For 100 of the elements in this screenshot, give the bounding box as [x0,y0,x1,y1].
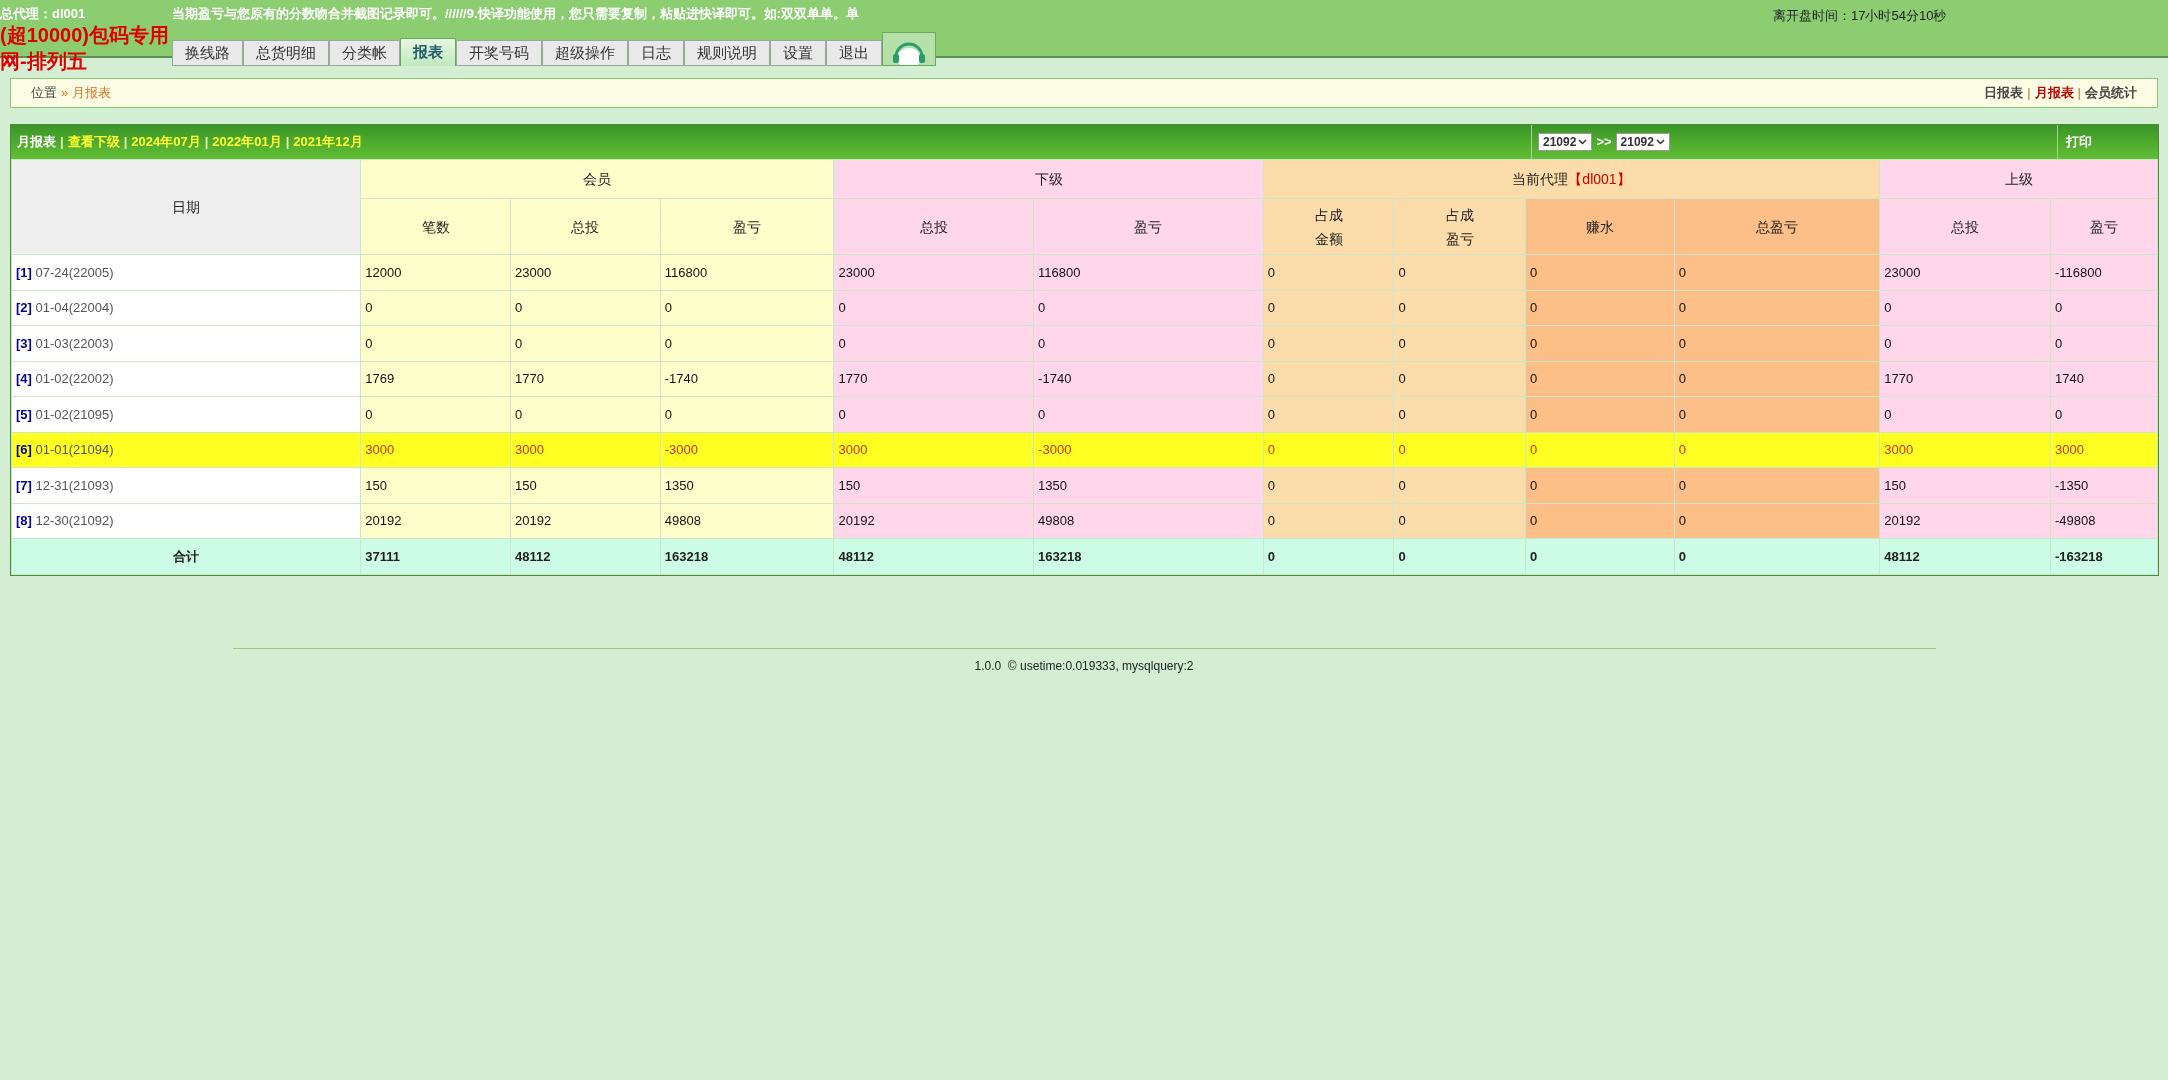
column-heading: 笔数 [360,198,511,255]
table-cell: 0 [1674,290,1880,326]
link-separator: | [123,133,128,152]
table-cell: 0 [1525,467,1675,503]
table-cell: 1770 [1879,361,2051,397]
table-cell: 0 [1525,290,1675,326]
table-cell: 48112 [1879,538,2051,575]
table-cell: 0 [1525,503,1675,539]
table-cell: 0 [360,396,511,432]
table-cell: 0 [1393,254,1526,290]
nav-tab[interactable]: 退出 [826,40,882,66]
group-heading: 会员 [360,159,834,199]
table-cell: 20192 [834,503,1034,539]
nav-tab[interactable]: 日志 [628,40,684,66]
link-separator: | [60,133,64,152]
table-cell: 0 [1393,467,1526,503]
table-cell: 0 [1393,290,1526,326]
table-cell: 0 [660,325,834,361]
column-heading: 盈亏 [1033,198,1264,255]
table-cell: 0 [660,290,834,326]
table-cell: 0 [660,396,834,432]
table-cell: 1770 [510,361,661,397]
caret-icon [1655,139,1665,145]
table-cell: 12000 [360,254,511,290]
table-cell: 150 [834,467,1034,503]
table-cell: 1769 [360,361,511,397]
table-cell: 150 [360,467,511,503]
table-cell: 0 [510,290,661,326]
breadcrumb-separator: » [61,84,69,103]
nav-tab[interactable]: 超级操作 [542,40,628,66]
table-cell: 0 [2050,396,2158,432]
table-cell: 0 [834,290,1034,326]
countdown-text: 离开盘时间：17小时54分10秒 [1773,7,1947,25]
table-cell: 1350 [1033,467,1264,503]
table-cell: 0 [1263,396,1394,432]
table-cell: 0 [1263,325,1394,361]
table-cell: 0 [1674,325,1880,361]
nav-tab[interactable]: 规则说明 [684,40,770,66]
table-cell: [5] 01-02(21095) [11,396,361,432]
table-cell: 0 [1263,467,1394,503]
table-cell: 48112 [834,538,1034,575]
table-cell: 3000 [1879,432,2051,468]
column-heading: 占成 金额 [1263,198,1394,255]
table-cell: -1740 [1033,361,1264,397]
table-cell: 0 [1393,396,1526,432]
table-cell: 0 [1879,290,2051,326]
table-cell: 0 [1525,361,1675,397]
caret-icon [1578,139,1588,145]
nav-tab[interactable]: 设置 [770,40,826,66]
breadcrumb-root[interactable]: 位置 [31,83,57,103]
issue-select[interactable]: 21092 [1538,133,1593,151]
table-cell: 0 [1263,432,1394,468]
table-cell: 0 [1525,325,1675,361]
nav-tab[interactable]: 开奖号码 [456,40,542,66]
column-heading: 盈亏 [2050,198,2158,255]
promo-text: 网-排列五 [0,49,88,74]
nav-tab[interactable]: 报表 [400,38,456,66]
table-cell: 163218 [1033,538,1264,575]
column-heading: 赚水 [1525,198,1675,255]
table-cell: 0 [510,396,661,432]
report-link[interactable]: 月报表 [2034,83,2074,103]
nav-tab[interactable]: 分类帐 [329,40,400,66]
report-link[interactable]: 日报表 [1984,83,2024,103]
table-cell: 150 [1879,467,2051,503]
table-cell: 0 [1674,396,1880,432]
table-cell: [8] 12-30(21092) [11,503,361,539]
group-heading: 下级 [834,159,1264,199]
table-cell: -3000 [660,432,834,468]
table-cell: 3000 [510,432,661,468]
breadcrumb-current: 月报表 [72,84,112,103]
table-cell: 116800 [660,254,834,290]
table-cell: 0 [1674,503,1880,539]
table-cell: -3000 [1033,432,1264,468]
table-cell: 0 [1525,254,1675,290]
nav-tab[interactable]: 总货明细 [243,40,329,66]
table-cell: 0 [1263,361,1394,397]
column-heading: 总投 [834,198,1034,255]
table-cell: 1350 [660,467,834,503]
table-cell: 23000 [834,254,1034,290]
table-cell: 0 [510,325,661,361]
footer-text: 1.0.0 © usetime:0.019333, mysqlquery:2 [974,658,1194,675]
table-cell: 0 [1674,254,1880,290]
table-cell: 0 [1674,432,1880,468]
issue-select[interactable]: 21092 [1615,133,1670,151]
table-cell: 0 [360,325,511,361]
group-heading: 当前代理【dl001】 [1263,159,1880,199]
table-cell: 20192 [360,503,511,539]
table-cell: 0 [1879,325,2051,361]
table-cell: 49808 [1033,503,1264,539]
table-cell: 0 [1263,538,1394,575]
table-cell: 20192 [510,503,661,539]
report-link[interactable]: 会员统计 [2085,83,2137,103]
table-cell: 23000 [510,254,661,290]
table-cell: 3000 [2050,432,2158,468]
table-cell: 0 [2050,325,2158,361]
table-cell: 0 [1033,290,1264,326]
link-separator: | [285,133,290,152]
table-cell: 0 [1033,325,1264,361]
nav-tab[interactable]: 换线路 [172,40,243,66]
table-cell: 0 [1674,361,1880,397]
